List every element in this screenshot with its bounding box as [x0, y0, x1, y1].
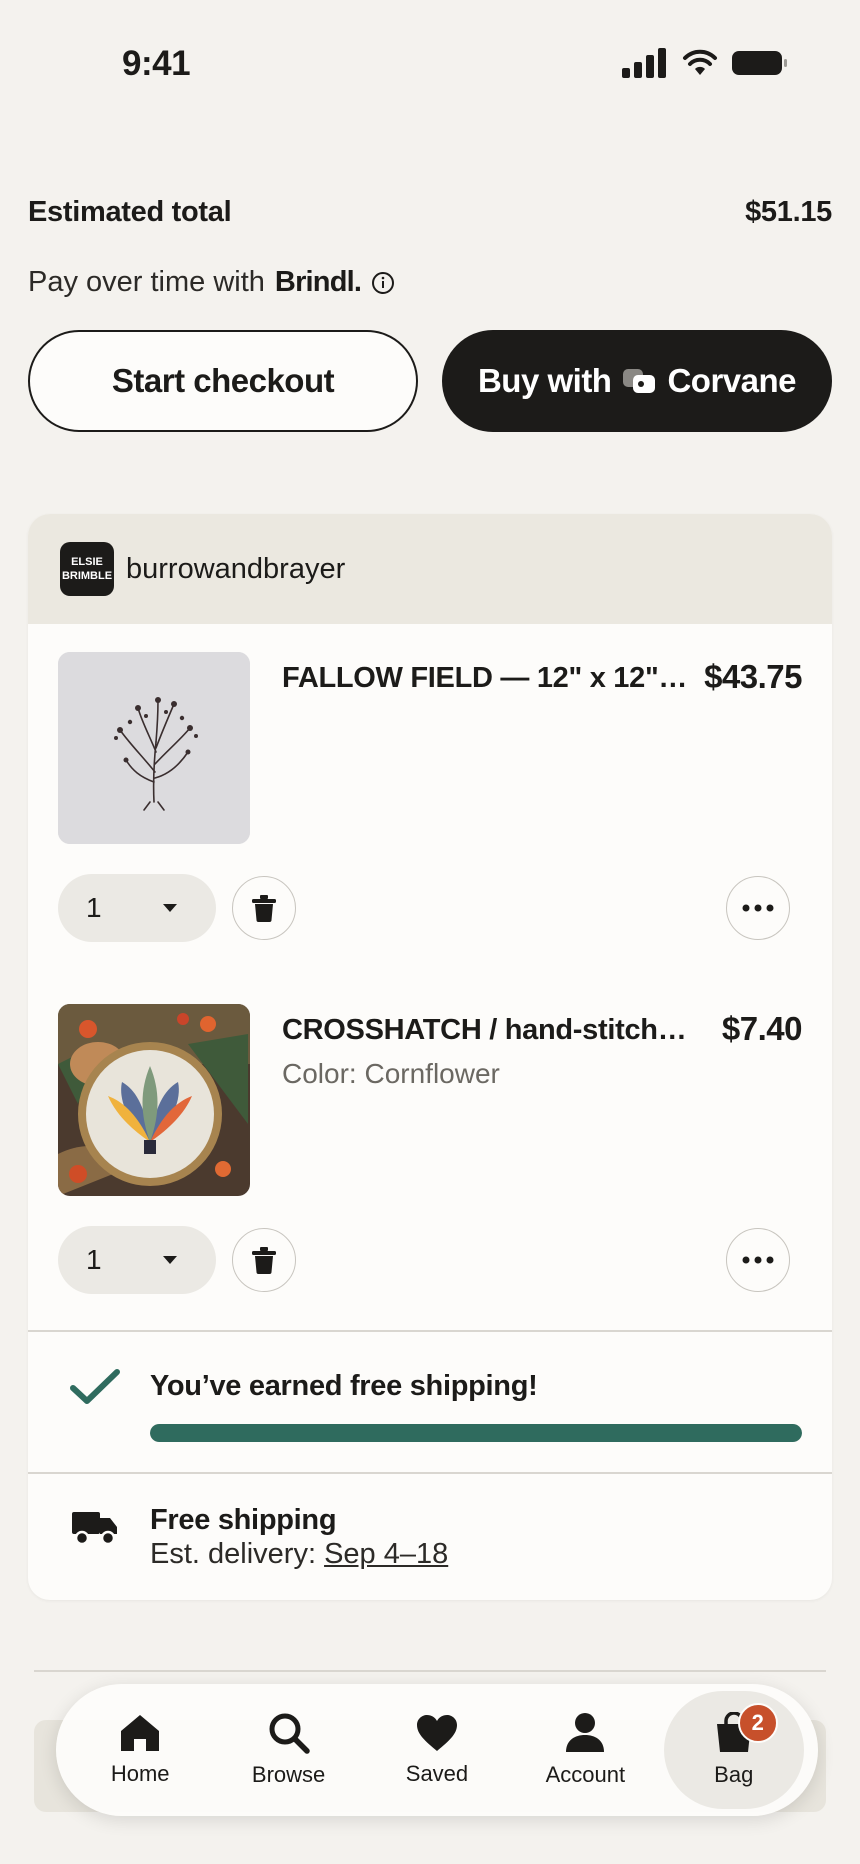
corvane-label: Corvane: [667, 362, 797, 399]
cart-item: CROSSHATCH / hand-stitched embroidery ki…: [28, 1004, 832, 1344]
buy-with-label: Buy with: [477, 362, 612, 399]
buy-with-corvane-button[interactable]: Buy with Corvane: [442, 330, 832, 432]
item-image[interactable]: [58, 1004, 250, 1196]
estimated-total-value: $51.15: [745, 196, 832, 228]
tab-label: Account: [545, 1762, 626, 1787]
estimated-delivery-label: Est. delivery:: [150, 1538, 316, 1570]
info-icon[interactable]: [371, 271, 395, 295]
tab-label: Home: [110, 1761, 170, 1786]
checkout-actions: Start checkout Buy with Corvane: [28, 330, 832, 432]
tab-label: Saved: [405, 1761, 469, 1786]
shipping-progress-bar: [150, 1424, 802, 1442]
status-bar: 9:41: [0, 0, 860, 110]
tab-label: Bag: [714, 1762, 754, 1787]
tab-browse[interactable]: Browse: [219, 1691, 359, 1809]
trash-icon: [252, 895, 276, 922]
delivery-truck-icon: [72, 1512, 117, 1546]
shipping-info: Free shipping Est. delivery: Sep 4–18: [28, 1474, 832, 1600]
cart-item: FALLOW FIELD — 12" x 12" print $43.75 1: [28, 652, 832, 992]
trash-icon: [252, 1247, 276, 1274]
battery-icon: [732, 51, 787, 75]
tab-home[interactable]: Home: [70, 1691, 210, 1809]
estimated-delivery-date-link[interactable]: Sep 4–18: [324, 1538, 448, 1570]
item-variant: Color: Cornflower: [282, 1058, 500, 1089]
status-icons: [622, 48, 788, 78]
more-options-button[interactable]: [726, 1228, 790, 1292]
pay-over-time-text: Pay over time with: [28, 266, 265, 298]
more-options-button[interactable]: [726, 876, 790, 940]
estimated-total-row: Estimated total $51.15: [28, 196, 832, 229]
item-title[interactable]: FALLOW FIELD — 12" x 12" print: [282, 662, 692, 695]
remove-item-button[interactable]: [232, 1228, 296, 1292]
quantity-value: 1: [86, 1244, 102, 1275]
start-checkout-label: Start checkout: [111, 362, 335, 399]
shop-logo: ELSIE BRIMBLE: [60, 542, 114, 596]
start-checkout-button[interactable]: Start checkout: [28, 330, 418, 432]
remove-item-button[interactable]: [232, 876, 296, 940]
free-shipping-earned-text: You’ve earned free shipping!: [150, 1370, 538, 1402]
divider: [34, 1670, 826, 1672]
free-shipping-progress: You’ve earned free shipping!: [28, 1332, 832, 1472]
estimated-delivery: Est. delivery: Sep 4–18: [150, 1538, 448, 1571]
shop-logo-line1: ELSIE: [71, 556, 103, 568]
quantity-select[interactable]: 1: [58, 874, 216, 942]
shop-header[interactable]: ELSIE BRIMBLE burrowandbrayer: [28, 514, 832, 624]
item-image[interactable]: [58, 652, 250, 844]
shop-logo-line2: BRIMBLE: [61, 570, 113, 582]
corvane-logo-icon: [623, 369, 656, 393]
bag-count-badge: 2: [737, 1703, 778, 1743]
search-icon: [269, 1713, 310, 1754]
tab-bar: Home Browse Saved Account Bag 2: [56, 1684, 818, 1816]
item-price: $43.75: [704, 658, 802, 695]
shipping-progress-fill: [150, 1424, 802, 1442]
more-options-icon: [742, 1256, 774, 1264]
caret-down-icon: [163, 904, 177, 912]
account-icon: [566, 1713, 605, 1752]
cellular-signal-icon: [622, 48, 666, 78]
quantity-select[interactable]: 1: [58, 1226, 216, 1294]
tab-bag[interactable]: Bag 2: [663, 1691, 804, 1809]
caret-down-icon: [163, 1256, 177, 1264]
brindl-logo: Brindl.: [274, 266, 362, 298]
estimated-total-label: Estimated total: [28, 196, 232, 228]
item-title[interactable]: CROSSHATCH / hand-stitched embroidery ki…: [282, 1014, 692, 1047]
status-time: 9:41: [122, 44, 191, 83]
tab-saved[interactable]: Saved: [367, 1691, 507, 1809]
tab-account[interactable]: Account: [515, 1691, 655, 1809]
wifi-icon: [683, 49, 717, 75]
item-price: $7.40: [721, 1010, 803, 1047]
home-icon: [121, 1715, 160, 1751]
shop-name: burrowandbrayer: [126, 552, 346, 585]
checkmark-icon: [70, 1369, 120, 1404]
cart-card: ELSIE BRIMBLE burrowandbrayer FALLOW FIE…: [28, 514, 832, 1600]
quantity-value: 1: [86, 892, 102, 923]
more-options-icon: [742, 904, 774, 912]
tab-label: Browse: [251, 1762, 326, 1787]
shipping-title: Free shipping: [150, 1504, 337, 1536]
pay-over-time-row: Pay over time with Brindl.: [28, 266, 395, 299]
heart-icon: [416, 1715, 457, 1751]
